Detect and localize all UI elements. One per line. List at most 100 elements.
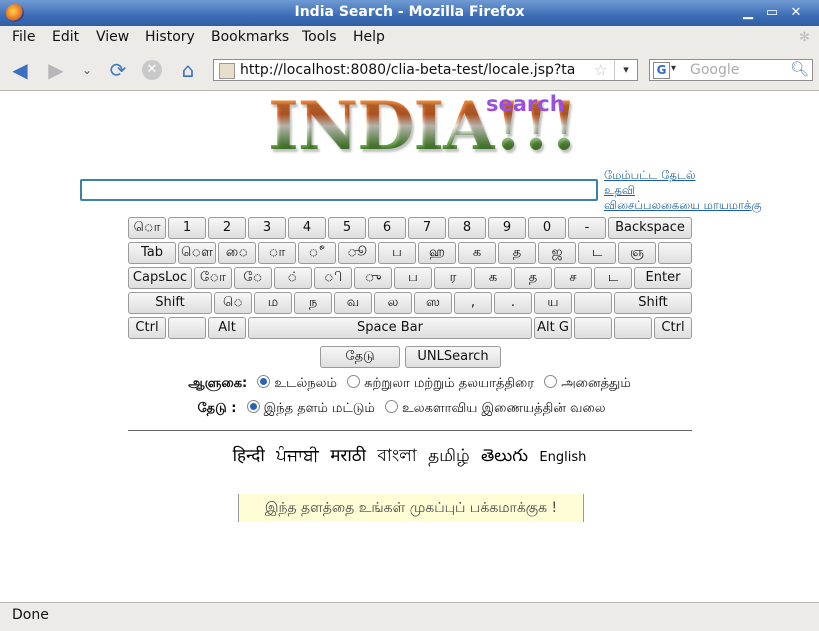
unl-search-button[interactable]: UNLSearch	[405, 346, 501, 368]
key[interactable]: ோ	[194, 267, 232, 289]
key[interactable]: 6	[368, 217, 406, 239]
key[interactable]: ூ	[338, 242, 376, 264]
key[interactable]: ட	[594, 267, 632, 289]
key[interactable]	[658, 242, 692, 264]
shift-key-left[interactable]: Shift	[128, 292, 212, 314]
radio-health[interactable]	[257, 375, 271, 388]
space-bar-key[interactable]: Space Bar	[248, 317, 532, 339]
menu-tools[interactable]: Tools	[302, 29, 337, 45]
bookmark-star-icon[interactable]: ☆	[594, 61, 607, 79]
enter-key[interactable]: Enter	[634, 267, 692, 289]
key[interactable]: ர	[434, 267, 472, 289]
alt-gr-key[interactable]: Alt G	[534, 317, 572, 339]
key[interactable]: க	[458, 242, 496, 264]
backspace-key[interactable]: Backspace	[608, 217, 692, 239]
menu-bookmarks[interactable]: Bookmarks	[211, 29, 289, 45]
key[interactable]	[574, 292, 612, 314]
key[interactable]: 9	[488, 217, 526, 239]
radio-all[interactable]	[544, 375, 558, 388]
key[interactable]: த	[498, 242, 536, 264]
key[interactable]	[168, 317, 206, 339]
key[interactable]: ீ	[298, 242, 336, 264]
key[interactable]: -	[568, 217, 606, 239]
google-engine-icon[interactable]: G	[653, 62, 670, 79]
key[interactable]: ஞ	[618, 242, 656, 264]
key[interactable]: ம	[254, 292, 292, 314]
radio-world-web[interactable]	[385, 400, 399, 413]
key[interactable]: ெ	[214, 292, 252, 314]
shift-key-right[interactable]: Shift	[614, 292, 692, 314]
key[interactable]: ி	[314, 267, 352, 289]
key[interactable]: 8	[448, 217, 486, 239]
reload-icon[interactable]: ⟳	[106, 58, 130, 82]
key[interactable]: ே	[234, 267, 272, 289]
radio-this-site[interactable]	[246, 400, 260, 413]
close-icon[interactable]: ✕	[786, 4, 806, 22]
key[interactable]: க	[474, 267, 512, 289]
menu-help[interactable]: Help	[353, 29, 385, 45]
query-input[interactable]	[80, 179, 598, 201]
back-arrow-icon[interactable]: ◀	[8, 58, 32, 82]
alt-key[interactable]: Alt	[208, 317, 246, 339]
url-bar[interactable]: http://localhost:8080/clia-beta-test/loc…	[213, 59, 638, 81]
key[interactable]	[614, 317, 652, 339]
capslock-key[interactable]: CapsLoc	[128, 267, 192, 289]
search-icon[interactable]: 🔍︎	[790, 60, 809, 78]
search-button[interactable]: தேடு	[320, 346, 400, 368]
key[interactable]: ,	[454, 292, 492, 314]
key[interactable]: த	[514, 267, 552, 289]
key[interactable]: 2	[208, 217, 246, 239]
lang-hindi[interactable]: हिन्दी	[233, 446, 265, 466]
key[interactable]: ா	[258, 242, 296, 264]
key[interactable]: ய	[534, 292, 572, 314]
lang-tamil[interactable]: தமிழ்	[428, 446, 470, 466]
advanced-search-link[interactable]: மேம்பட்ட தேடல்	[604, 168, 762, 183]
key[interactable]: ு	[354, 267, 392, 289]
key[interactable]: .	[494, 292, 532, 314]
lang-punjabi[interactable]: ਪੰਜਾਬੀ	[276, 446, 319, 466]
ctrl-key-right[interactable]: Ctrl	[654, 317, 692, 339]
home-icon[interactable]: ⌂	[176, 58, 200, 82]
key[interactable]: ஸ	[414, 292, 452, 314]
key[interactable]: 0	[528, 217, 566, 239]
make-homepage-link[interactable]: இந்த தளத்தை உங்கள் முகப்புப் பக்கமாக்குக…	[238, 494, 584, 522]
tab-key[interactable]: Tab	[128, 242, 176, 264]
url-text[interactable]: http://localhost:8080/clia-beta-test/loc…	[240, 62, 600, 78]
key[interactable]: 5	[328, 217, 366, 239]
web-search-placeholder[interactable]: Google	[690, 62, 739, 78]
key[interactable]: ந	[294, 292, 332, 314]
lang-english[interactable]: English	[539, 450, 586, 465]
key[interactable]: ்	[274, 267, 312, 289]
key[interactable]: ப	[378, 242, 416, 264]
help-link[interactable]: உதவி	[604, 183, 762, 198]
key[interactable]: 7	[408, 217, 446, 239]
menu-edit[interactable]: Edit	[52, 29, 79, 45]
key[interactable]: வ	[334, 292, 372, 314]
toggle-keyboard-link[interactable]: விசைப்பலகையை மாயமாக்கு	[604, 198, 762, 213]
key[interactable]: ல	[374, 292, 412, 314]
forward-arrow-icon[interactable]: ▶	[44, 58, 68, 82]
history-dropdown-icon[interactable]: ⌄	[78, 58, 96, 82]
key[interactable]: 3	[248, 217, 286, 239]
menu-file[interactable]: File	[12, 29, 35, 45]
ctrl-key-left[interactable]: Ctrl	[128, 317, 166, 339]
minimize-icon[interactable]: ▁	[738, 4, 758, 22]
lang-bengali[interactable]: বাংলা	[377, 446, 416, 466]
lang-telugu[interactable]: తెలుగు	[481, 446, 528, 466]
web-search-box[interactable]: G ▾ Google 🔍︎	[649, 59, 813, 81]
radio-tourism[interactable]	[347, 375, 361, 388]
key[interactable]	[574, 317, 612, 339]
key[interactable]: ஹ	[418, 242, 456, 264]
key[interactable]: 4	[288, 217, 326, 239]
key[interactable]: ப	[394, 267, 432, 289]
maximize-icon[interactable]: ▭	[762, 4, 782, 22]
lang-marathi[interactable]: मराठी	[330, 446, 366, 466]
key[interactable]: ை	[218, 242, 256, 264]
menu-view[interactable]: View	[96, 29, 129, 45]
engine-dropdown-icon[interactable]: ▾	[671, 63, 676, 74]
stop-icon[interactable]: ✕	[142, 60, 162, 80]
key[interactable]: 1	[168, 217, 206, 239]
key[interactable]: ௌ	[178, 242, 216, 264]
url-dropdown-icon[interactable]: ▾	[614, 60, 637, 80]
key[interactable]: ட	[578, 242, 616, 264]
